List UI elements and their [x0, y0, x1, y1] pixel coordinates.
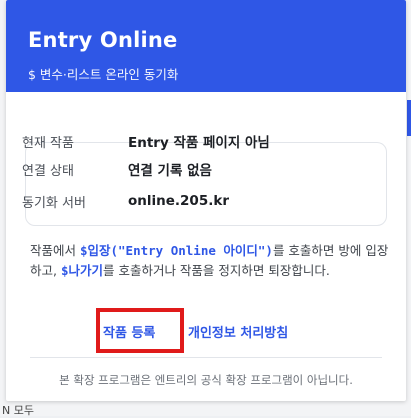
status-value: online.205.kr — [128, 193, 229, 209]
unofficial-notice: 본 확장 프로그램은 엔트리의 공식 확장 프로그램이 아닙니다. — [59, 373, 353, 387]
extension-popup: Entry Online $ 변수·리스트 온라인 동기화 현재 작품 Entr… — [6, 0, 406, 401]
description-text: 를 호출하거나 작품을 정지하면 퇴장합니다. — [102, 263, 330, 278]
popup-title: Entry Online — [28, 28, 178, 52]
status-row-current-project: 현재 작품 Entry 작품 페이지 아님 — [22, 130, 270, 152]
popup-header: Entry Online $ 변수·리스트 온라인 동기화 — [6, 0, 406, 92]
status-row-connection: 연결 상태 연결 기록 없음 — [22, 158, 212, 180]
privacy-policy-link[interactable]: 개인정보 처리방침 — [188, 322, 288, 341]
highlight-box — [96, 308, 184, 353]
status-label: 동기화 서버 — [22, 195, 86, 211]
description-text: 작품에서 — [30, 243, 80, 258]
code-leave-room: $나가기 — [60, 263, 103, 278]
status-value: Entry 작품 페이지 아님 — [128, 135, 270, 151]
popup-subtitle: $ 변수·리스트 온라인 동기화 — [28, 67, 179, 82]
divider — [30, 357, 382, 358]
code-join-room: $입장("Entry Online 아이디") — [79, 243, 273, 258]
footer-links: 작품 등록 개인정보 처리방침 — [6, 318, 406, 342]
usage-description: 작품에서 $입장("Entry Online 아이디")를 호출하면 방에 입장… — [30, 241, 396, 281]
status-label: 연결 상태 — [22, 163, 74, 179]
status-card — [25, 142, 387, 226]
backdrop-edge — [407, 100, 411, 136]
status-row-sync-server: 동기화 서버 online.205.kr — [22, 190, 229, 212]
status-value: 연결 기록 없음 — [128, 163, 212, 179]
status-label: 현재 작품 — [22, 135, 74, 151]
